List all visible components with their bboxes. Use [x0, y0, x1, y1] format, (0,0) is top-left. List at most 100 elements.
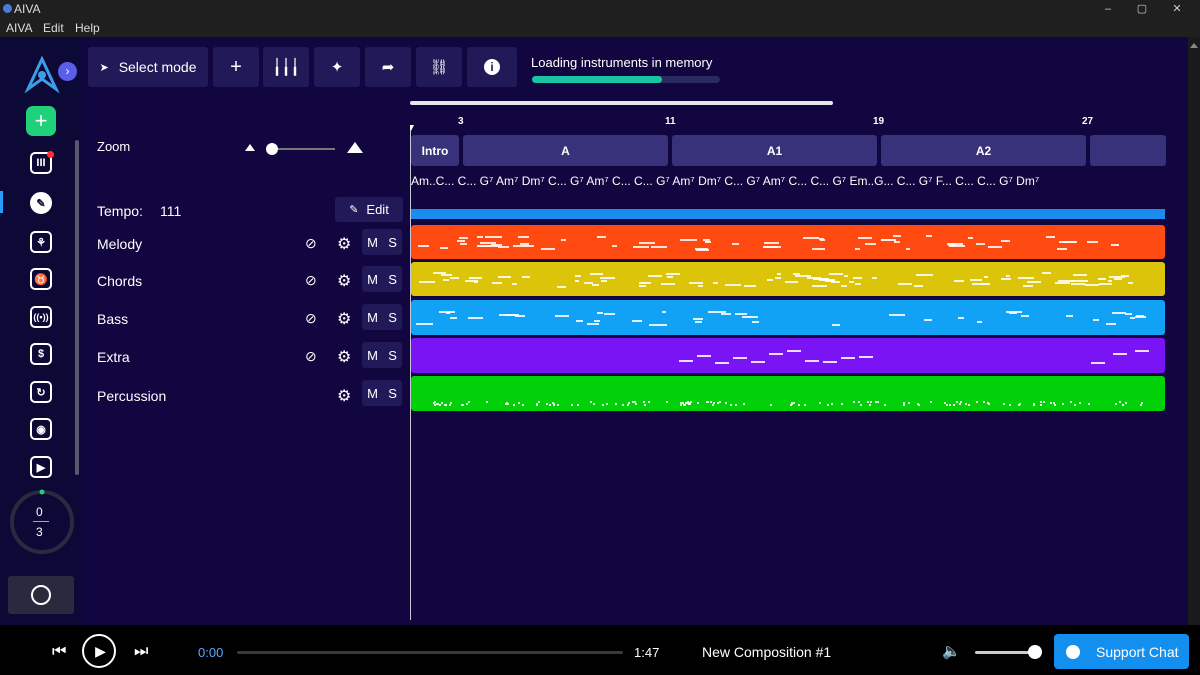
zoom-in-icon[interactable]	[347, 142, 363, 153]
zoom-slider-track[interactable]	[270, 148, 335, 150]
mute-button[interactable]: M	[367, 348, 378, 363]
mute-button[interactable]: M	[367, 310, 378, 325]
playback-progress-bar[interactable]	[237, 651, 623, 654]
note-mark	[811, 285, 828, 288]
section-next[interactable]	[1090, 135, 1166, 166]
mute-solo-extra: MS	[362, 342, 402, 368]
magic-wand-button[interactable]: ✦	[314, 47, 360, 87]
tempo-track-bar[interactable]	[411, 209, 1165, 219]
menu-help[interactable]: Help	[75, 21, 100, 35]
zoom-slider-handle[interactable]	[266, 143, 278, 155]
play-button[interactable]: ▶	[82, 634, 116, 668]
zoom-out-icon[interactable]	[245, 144, 255, 151]
section-a2[interactable]: A2	[881, 135, 1086, 166]
solo-button[interactable]: S	[388, 386, 397, 401]
new-composition-button[interactable]: +	[26, 106, 56, 136]
menu-aiva[interactable]: AIVA	[6, 21, 32, 35]
minimize-button[interactable]: –	[1091, 0, 1125, 18]
track-name-chords: Chords	[97, 273, 143, 289]
volume-icon[interactable]: 🔈	[942, 642, 961, 660]
settings-gear-icon[interactable]: ⚙	[337, 347, 351, 367]
section-intro[interactable]: Intro	[411, 135, 459, 166]
note-mark	[1099, 282, 1113, 285]
note-mark	[697, 355, 711, 358]
mute-button[interactable]: M	[367, 386, 378, 401]
mixer-button[interactable]: ╽╽╽	[263, 47, 309, 87]
note-mark	[811, 247, 826, 250]
solo-button[interactable]: S	[388, 348, 397, 363]
discord-icon[interactable]: ◉	[30, 418, 52, 440]
solo-button[interactable]: S	[388, 235, 397, 250]
track-lane-extra[interactable]	[411, 338, 1165, 373]
track-lane-percussion[interactable]	[411, 376, 1165, 411]
note-mark	[827, 404, 830, 407]
note-mark	[696, 248, 709, 251]
note-mark	[612, 245, 617, 248]
history-icon[interactable]: ↻	[30, 381, 52, 403]
account-button[interactable]	[8, 576, 74, 614]
next-track-icon[interactable]: ⏭	[134, 643, 148, 661]
settings-gear-icon[interactable]: ⚙	[337, 271, 351, 291]
mute-button[interactable]: M	[367, 235, 378, 250]
add-track-button[interactable]: +	[213, 47, 259, 87]
timeline-scrollbar[interactable]	[410, 101, 833, 105]
scroll-up-icon[interactable]	[1190, 43, 1198, 48]
composition-title[interactable]: New Composition #1	[702, 644, 831, 660]
section-a1[interactable]: A1	[672, 135, 877, 166]
previous-track-icon[interactable]: ⏮	[52, 643, 66, 661]
edit-icon[interactable]: ✎	[30, 192, 52, 214]
pricing-icon[interactable]: $	[30, 343, 52, 365]
radio-icon[interactable]: ((•))	[30, 306, 52, 328]
preset-icon[interactable]: ♉	[30, 268, 52, 290]
note-mark	[988, 246, 1002, 249]
note-mark	[689, 403, 692, 405]
note-mark	[734, 404, 737, 407]
support-chat-button[interactable]: Support Chat	[1054, 634, 1189, 669]
sidebar-scrollbar[interactable]	[75, 140, 79, 475]
note-mark	[587, 323, 599, 326]
share-button[interactable]: ➦	[365, 47, 411, 87]
settings-gear-icon[interactable]: ⚙	[337, 234, 351, 254]
menu-edit[interactable]: Edit	[43, 21, 64, 35]
hide-eye-icon[interactable]: ⊘	[305, 310, 317, 327]
settings-gear-icon[interactable]: ⚙	[337, 386, 351, 406]
select-mode-button[interactable]: ➤ Select mode	[88, 47, 208, 87]
main-scrollbar[interactable]	[1188, 37, 1200, 625]
note-mark	[1018, 276, 1035, 279]
track-lane-chords[interactable]	[411, 262, 1165, 296]
tempo-edit-button[interactable]: ✎ Edit	[335, 197, 403, 222]
playhead-line	[410, 130, 411, 620]
hide-eye-icon[interactable]: ⊘	[305, 272, 317, 289]
link-button[interactable]: ⛓	[416, 47, 462, 87]
note-mark	[584, 281, 594, 284]
note-mark	[476, 235, 484, 238]
note-mark	[553, 404, 555, 407]
style-icon[interactable]: ⚘	[30, 231, 52, 253]
note-mark	[512, 283, 518, 286]
solo-button[interactable]: S	[388, 310, 397, 325]
volume-slider-handle[interactable]	[1028, 645, 1042, 659]
volume-slider-track[interactable]	[975, 651, 1035, 654]
note-mark	[829, 273, 843, 276]
hide-eye-icon[interactable]: ⊘	[305, 348, 317, 365]
note-mark	[902, 404, 905, 407]
hide-eye-icon[interactable]: ⊘	[305, 235, 317, 252]
settings-gear-icon[interactable]: ⚙	[337, 309, 351, 329]
expand-sidebar-button[interactable]: ›	[58, 62, 77, 81]
note-mark	[694, 320, 702, 323]
close-button[interactable]: ✕	[1160, 0, 1194, 18]
tutorial-icon[interactable]: ▶	[30, 456, 52, 478]
note-mark	[460, 242, 468, 245]
track-lane-melody[interactable]	[411, 225, 1165, 259]
restore-button[interactable]: ▢	[1125, 0, 1159, 18]
section-a[interactable]: A	[463, 135, 668, 166]
loading-progress-bar	[532, 76, 720, 83]
info-button[interactable]: i	[467, 47, 517, 87]
solo-button[interactable]: S	[388, 272, 397, 287]
note-mark	[449, 404, 452, 407]
note-mark	[461, 404, 464, 407]
mute-button[interactable]: M	[367, 272, 378, 287]
note-mark	[864, 243, 877, 246]
chord-progression[interactable]: Am..C... C... G⁷ Am⁷ Dm⁷ C... G⁷ Am⁷ C..…	[411, 174, 1200, 188]
track-lane-bass[interactable]	[411, 300, 1165, 335]
